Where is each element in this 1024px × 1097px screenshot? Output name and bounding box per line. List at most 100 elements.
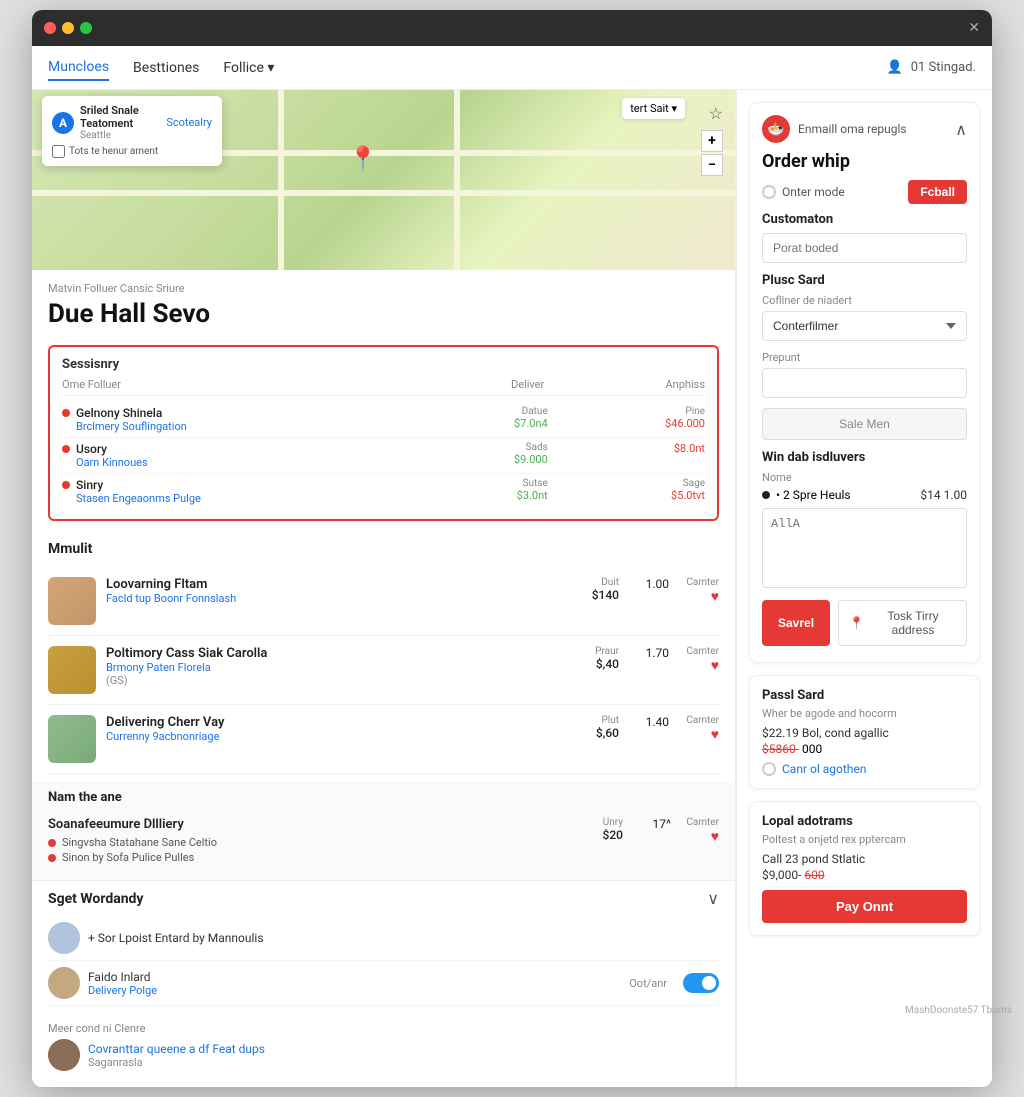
watermark: MashDoonste57 Tborns <box>905 1005 1012 1016</box>
nav-follice[interactable]: Follice ▾ <box>223 56 274 80</box>
sget-sub[interactable]: Delivery Polge <box>88 984 621 997</box>
prepunt-input[interactable] <box>762 368 967 398</box>
menu-item-sub[interactable]: Brmony Paten Florela <box>106 661 559 674</box>
nav-besttiones[interactable]: Besttiones <box>133 56 199 80</box>
lopal-disc: 600 <box>804 868 824 882</box>
session-deliver-val: $7.0n4 <box>391 417 548 430</box>
menu-item-qty: 1.00 <box>629 577 669 591</box>
session-row: Usory Oarn Kinnoues Sads $9.000 $8.0nt <box>62 438 705 474</box>
delivery-qty-val: 17^ <box>631 817 671 831</box>
action-row: Savrel 📍 Tosk Tirry address <box>762 600 967 646</box>
session-deliver: Datue $7.0n4 <box>391 406 548 430</box>
delivery-cart[interactable]: Camter ♥ <box>679 817 719 845</box>
session-price-val: $46.000 <box>548 417 705 430</box>
cart-label: Camter <box>679 646 719 657</box>
session-price-label: Sage <box>548 478 705 489</box>
map-checkbox-input[interactable] <box>52 145 65 158</box>
save-button[interactable]: Savrel <box>762 600 830 646</box>
nav-user-text: 01 Stingad. <box>911 60 976 75</box>
menu-item-cart[interactable]: Camter ♥ <box>679 646 719 674</box>
delivery-price-val: $20 <box>573 828 623 842</box>
menu-item-cart[interactable]: Camter ♥ <box>679 715 719 743</box>
heart-icon[interactable]: ♥ <box>679 828 719 845</box>
session-price-label: Pine <box>548 406 705 417</box>
heart-icon[interactable]: ♥ <box>679 726 719 743</box>
customation-label: Customaton <box>762 212 967 227</box>
session-dot <box>62 481 70 489</box>
win-dab-dot <box>762 491 770 499</box>
more-link[interactable]: Covranttar queene a df Feat dups <box>88 1042 265 1056</box>
sget-chevron-icon[interactable]: ∨ <box>707 889 719 908</box>
past-sard-price: $22.19 Bol, cond agallic <box>762 726 967 740</box>
map-zoom-in[interactable]: + <box>701 130 723 152</box>
sessions-title: Sessisnry <box>62 357 705 372</box>
session-sub[interactable]: Oarn Kinnoues <box>76 456 391 469</box>
menu-item: Loovarning Fltam Facld tup Boonr Fonnsla… <box>48 567 719 636</box>
menu-item-price: Plut $,60 <box>569 715 619 740</box>
map-bookmark-icon[interactable]: ☆ <box>709 104 723 123</box>
lopal-price-val: $9,000- <box>762 868 801 882</box>
session-anphiss: Sage $5.0tvt <box>548 478 705 502</box>
fcball-button[interactable]: Fcball <box>908 180 967 204</box>
sget-name: Faido Inlard <box>88 970 621 984</box>
sget-toggle[interactable] <box>683 973 719 993</box>
menu-item-info: Delivering Cherr Vay Currenny 9acbnonria… <box>106 715 559 743</box>
close-icon[interactable]: ✕ <box>968 20 980 36</box>
past-sard-desc: Wher be agode and hocorm <box>762 707 967 720</box>
menu-item-sub[interactable]: Facld tup Boonr Fonnslash <box>106 592 559 605</box>
sale-men-button[interactable]: Sale Men <box>762 408 967 440</box>
map-popup-header: A Sriled Snale Teatoment Seattle Scoteal… <box>52 104 212 141</box>
sessions-header: Ome Folluer Deliver Anphiss <box>62 378 705 396</box>
test-addr-label: Tosk Tirry address <box>870 609 956 637</box>
heart-icon[interactable]: ♥ <box>679 657 719 674</box>
delivery-dot <box>48 854 56 862</box>
map-checkbox-label: Tots te henur ament <box>69 146 158 157</box>
minimize-dot[interactable] <box>62 22 74 34</box>
close-dot[interactable] <box>44 22 56 34</box>
map-popup-title: Sriled Snale Teatoment <box>80 104 160 130</box>
session-deliver: Sads $9.000 <box>391 442 548 466</box>
map-popup-icon: A <box>52 112 74 134</box>
order-notes-textarea[interactable] <box>762 508 967 588</box>
lopal-price: $9,000- 600 <box>762 868 967 882</box>
order-collapse-icon[interactable]: ∧ <box>955 120 967 139</box>
customation-input[interactable] <box>762 233 967 263</box>
more-item: Covranttar queene a df Feat dups Saganra… <box>48 1039 719 1071</box>
test-address-button[interactable]: 📍 Tosk Tirry address <box>838 600 967 646</box>
map-popup-checkbox: Tots te henur ament <box>52 145 212 158</box>
radio-input[interactable] <box>762 185 776 199</box>
map-area[interactable]: 📍 + − ☆ A Sriled Snale Teatoment Sea <box>32 90 735 270</box>
map-search-bar[interactable]: tert Sait ▾ <box>622 98 685 119</box>
order-section: 🍜 Enmaill oma repugls ∧ Order whip Onter… <box>749 102 980 663</box>
pay-button[interactable]: Pay Onnt <box>762 890 967 923</box>
session-info: Sinry Stasen Engeaonms Pulge <box>76 478 391 505</box>
cart-label: Camter <box>679 715 719 726</box>
menu-item-image-3 <box>48 715 96 763</box>
maximize-dot[interactable] <box>80 22 92 34</box>
win-dab-item-price: $14 1.00 <box>920 488 967 502</box>
session-sub[interactable]: Brclmery Souflingation <box>76 420 391 433</box>
sget-avatar <box>48 922 80 954</box>
session-info: Gelnony Shinela Brclmery Souflingation <box>76 406 391 433</box>
menu-item-cart[interactable]: Camter ♥ <box>679 577 719 605</box>
lopal-title: Lopal adotrams <box>762 814 967 829</box>
navbar: Muncloes Besttiones Follice ▾ 👤 01 Sting… <box>32 46 992 90</box>
delivery-price: Unry $20 <box>573 817 623 842</box>
menu-section: Mmulit Loovarning Fltam Facld tup Boonr … <box>32 533 735 782</box>
menu-item-sub[interactable]: Currenny 9acbnonriage <box>106 730 559 743</box>
heart-icon[interactable]: ♥ <box>679 588 719 605</box>
cofftner-select[interactable]: Conterfilmer <box>762 311 967 341</box>
prepunt-label: Prepunt <box>762 351 967 364</box>
nav-muncloes[interactable]: Muncloes <box>48 55 109 81</box>
win-dab-title: Win dab isdluvers <box>762 450 967 465</box>
lopal-desc: Poltest a onjetd rex pptercam <box>762 833 967 846</box>
session-sub[interactable]: Stasen Engeaonms Pulge <box>76 492 391 505</box>
restaurant-name: Due Hall Sevo <box>48 299 719 329</box>
radio-input[interactable] <box>762 762 776 776</box>
price-val: $,60 <box>569 726 619 740</box>
map-popup-specialty: Scotealry <box>166 116 212 129</box>
past-sard-radio[interactable]: Canr ol agothen <box>762 762 967 776</box>
menu-item: Delivering Cherr Vay Currenny 9acbnonria… <box>48 705 719 774</box>
plusc-sard-label: Plusc Sard <box>762 273 967 288</box>
map-zoom-out[interactable]: − <box>701 154 723 176</box>
